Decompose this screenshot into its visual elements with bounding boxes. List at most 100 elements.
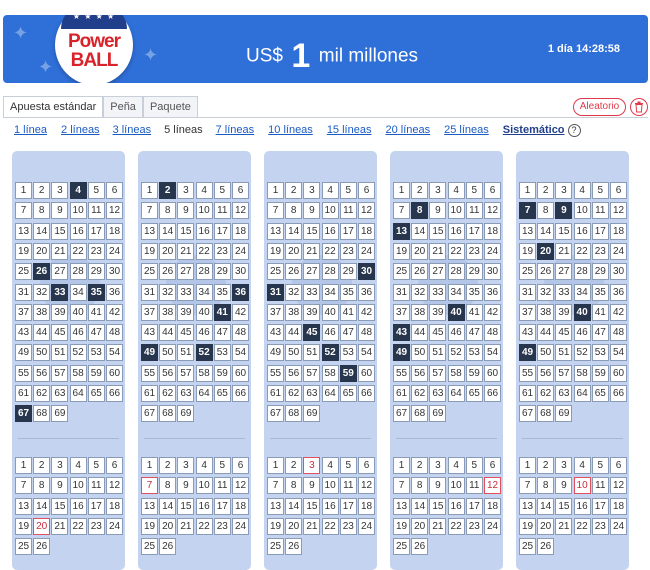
main-number-cell[interactable]: 38 [537, 303, 555, 321]
powerball-number-cell[interactable]: 2 [33, 457, 51, 474]
powerball-number-cell[interactable]: 20 [159, 517, 177, 535]
main-number-cell[interactable]: 35 [465, 283, 483, 301]
powerball-number-cell[interactable]: 12 [484, 477, 501, 495]
main-number-cell[interactable]: 20 [285, 242, 303, 260]
main-number-cell[interactable]: 60 [484, 364, 501, 382]
main-number-cell[interactable]: 32 [537, 283, 555, 301]
powerball-number-cell[interactable]: 13 [393, 497, 410, 515]
main-number-cell[interactable]: 39 [429, 303, 447, 321]
powerball-number-cell[interactable]: 2 [411, 457, 429, 474]
powerball-number-cell[interactable]: 2 [537, 457, 555, 474]
main-number-cell[interactable]: 48 [358, 324, 375, 342]
powerball-number-cell[interactable]: 12 [106, 477, 123, 495]
main-number-cell[interactable]: 58 [69, 364, 87, 382]
powerball-number-cell[interactable]: 1 [141, 457, 158, 474]
main-number-cell[interactable]: 46 [573, 324, 591, 342]
main-number-cell[interactable]: 25 [15, 263, 32, 281]
main-number-cell[interactable]: 34 [573, 283, 591, 301]
main-number-cell[interactable]: 36 [232, 283, 249, 301]
main-number-cell[interactable]: 27 [555, 263, 573, 281]
main-number-cell[interactable]: 35 [591, 283, 609, 301]
powerball-number-cell[interactable]: 1 [519, 457, 536, 474]
main-number-cell[interactable]: 65 [591, 385, 609, 402]
powerball-number-cell[interactable]: 24 [232, 517, 249, 535]
main-number-cell[interactable]: 38 [411, 303, 429, 321]
powerball-number-cell[interactable]: 5 [591, 457, 609, 474]
powerball-number-cell[interactable]: 8 [537, 477, 555, 495]
powerball-number-cell[interactable]: 4 [195, 457, 213, 474]
main-number-cell[interactable]: 36 [484, 283, 501, 301]
main-number-cell[interactable]: 8 [411, 202, 429, 220]
main-number-cell[interactable]: 49 [15, 344, 32, 362]
powerball-number-cell[interactable]: 9 [303, 477, 321, 495]
powerball-number-cell[interactable]: 2 [159, 457, 177, 474]
main-number-cell[interactable]: 13 [15, 222, 32, 240]
main-number-cell[interactable]: 69 [177, 405, 195, 423]
main-number-cell[interactable]: 28 [321, 263, 339, 281]
powerball-number-cell[interactable]: 5 [339, 457, 357, 474]
powerball-number-cell[interactable]: 14 [33, 497, 51, 515]
main-number-cell[interactable]: 12 [232, 202, 249, 220]
powerball-number-cell[interactable]: 22 [447, 517, 465, 535]
line-option[interactable]: 2 líneas [61, 124, 100, 137]
main-number-cell[interactable]: 50 [285, 344, 303, 362]
main-number-cell[interactable]: 42 [484, 303, 501, 321]
powerball-number-cell[interactable]: 6 [232, 457, 249, 474]
main-number-cell[interactable]: 19 [267, 242, 284, 260]
powerball-number-cell[interactable]: 4 [69, 457, 87, 474]
main-number-cell[interactable]: 54 [106, 344, 123, 362]
main-number-cell[interactable]: 66 [484, 385, 501, 402]
main-number-cell[interactable]: 8 [33, 202, 51, 220]
main-number-cell[interactable]: 2 [159, 182, 177, 199]
powerball-number-cell[interactable]: 7 [141, 477, 158, 495]
main-number-cell[interactable]: 51 [51, 344, 69, 362]
powerball-number-cell[interactable]: 18 [610, 497, 627, 515]
powerball-number-cell[interactable]: 1 [15, 457, 32, 474]
main-number-cell[interactable]: 17 [591, 222, 609, 240]
main-number-cell[interactable]: 29 [591, 263, 609, 281]
main-number-cell[interactable]: 5 [213, 182, 231, 199]
powerball-number-cell[interactable]: 8 [411, 477, 429, 495]
main-number-cell[interactable]: 64 [321, 385, 339, 402]
main-number-cell[interactable]: 58 [447, 364, 465, 382]
main-number-cell[interactable]: 34 [321, 283, 339, 301]
main-number-cell[interactable]: 5 [465, 182, 483, 199]
powerball-number-cell[interactable]: 5 [87, 457, 105, 474]
main-number-cell[interactable]: 67 [141, 405, 158, 423]
main-number-cell[interactable]: 46 [321, 324, 339, 342]
main-number-cell[interactable]: 53 [591, 344, 609, 362]
main-number-cell[interactable]: 12 [358, 202, 375, 220]
main-number-cell[interactable]: 25 [141, 263, 158, 281]
main-number-cell[interactable]: 47 [465, 324, 483, 342]
main-number-cell[interactable]: 36 [358, 283, 375, 301]
main-number-cell[interactable]: 18 [484, 222, 501, 240]
powerball-number-cell[interactable]: 17 [591, 497, 609, 515]
main-number-cell[interactable]: 17 [213, 222, 231, 240]
main-number-cell[interactable]: 48 [232, 324, 249, 342]
main-number-cell[interactable]: 57 [429, 364, 447, 382]
tab-syndicate[interactable]: Peña [103, 96, 143, 118]
powerball-number-cell[interactable]: 15 [51, 497, 69, 515]
main-number-cell[interactable]: 67 [15, 405, 32, 423]
powerball-number-cell[interactable]: 3 [555, 457, 573, 474]
main-number-cell[interactable]: 56 [159, 364, 177, 382]
main-number-cell[interactable]: 56 [411, 364, 429, 382]
main-number-cell[interactable]: 59 [213, 364, 231, 382]
main-number-cell[interactable]: 28 [195, 263, 213, 281]
main-number-cell[interactable]: 38 [159, 303, 177, 321]
main-number-cell[interactable]: 27 [303, 263, 321, 281]
main-number-cell[interactable]: 62 [33, 385, 51, 402]
powerball-number-cell[interactable]: 21 [177, 517, 195, 535]
powerball-number-cell[interactable]: 2 [285, 457, 303, 474]
main-number-cell[interactable]: 29 [213, 263, 231, 281]
main-number-cell[interactable]: 50 [159, 344, 177, 362]
main-number-cell[interactable]: 17 [339, 222, 357, 240]
main-number-cell[interactable]: 34 [195, 283, 213, 301]
main-number-cell[interactable]: 63 [51, 385, 69, 402]
main-number-cell[interactable]: 69 [429, 405, 447, 423]
main-number-cell[interactable]: 15 [303, 222, 321, 240]
main-number-cell[interactable]: 2 [33, 182, 51, 199]
main-number-cell[interactable]: 46 [69, 324, 87, 342]
main-number-cell[interactable]: 69 [303, 405, 321, 423]
powerball-number-cell[interactable]: 11 [465, 477, 483, 495]
